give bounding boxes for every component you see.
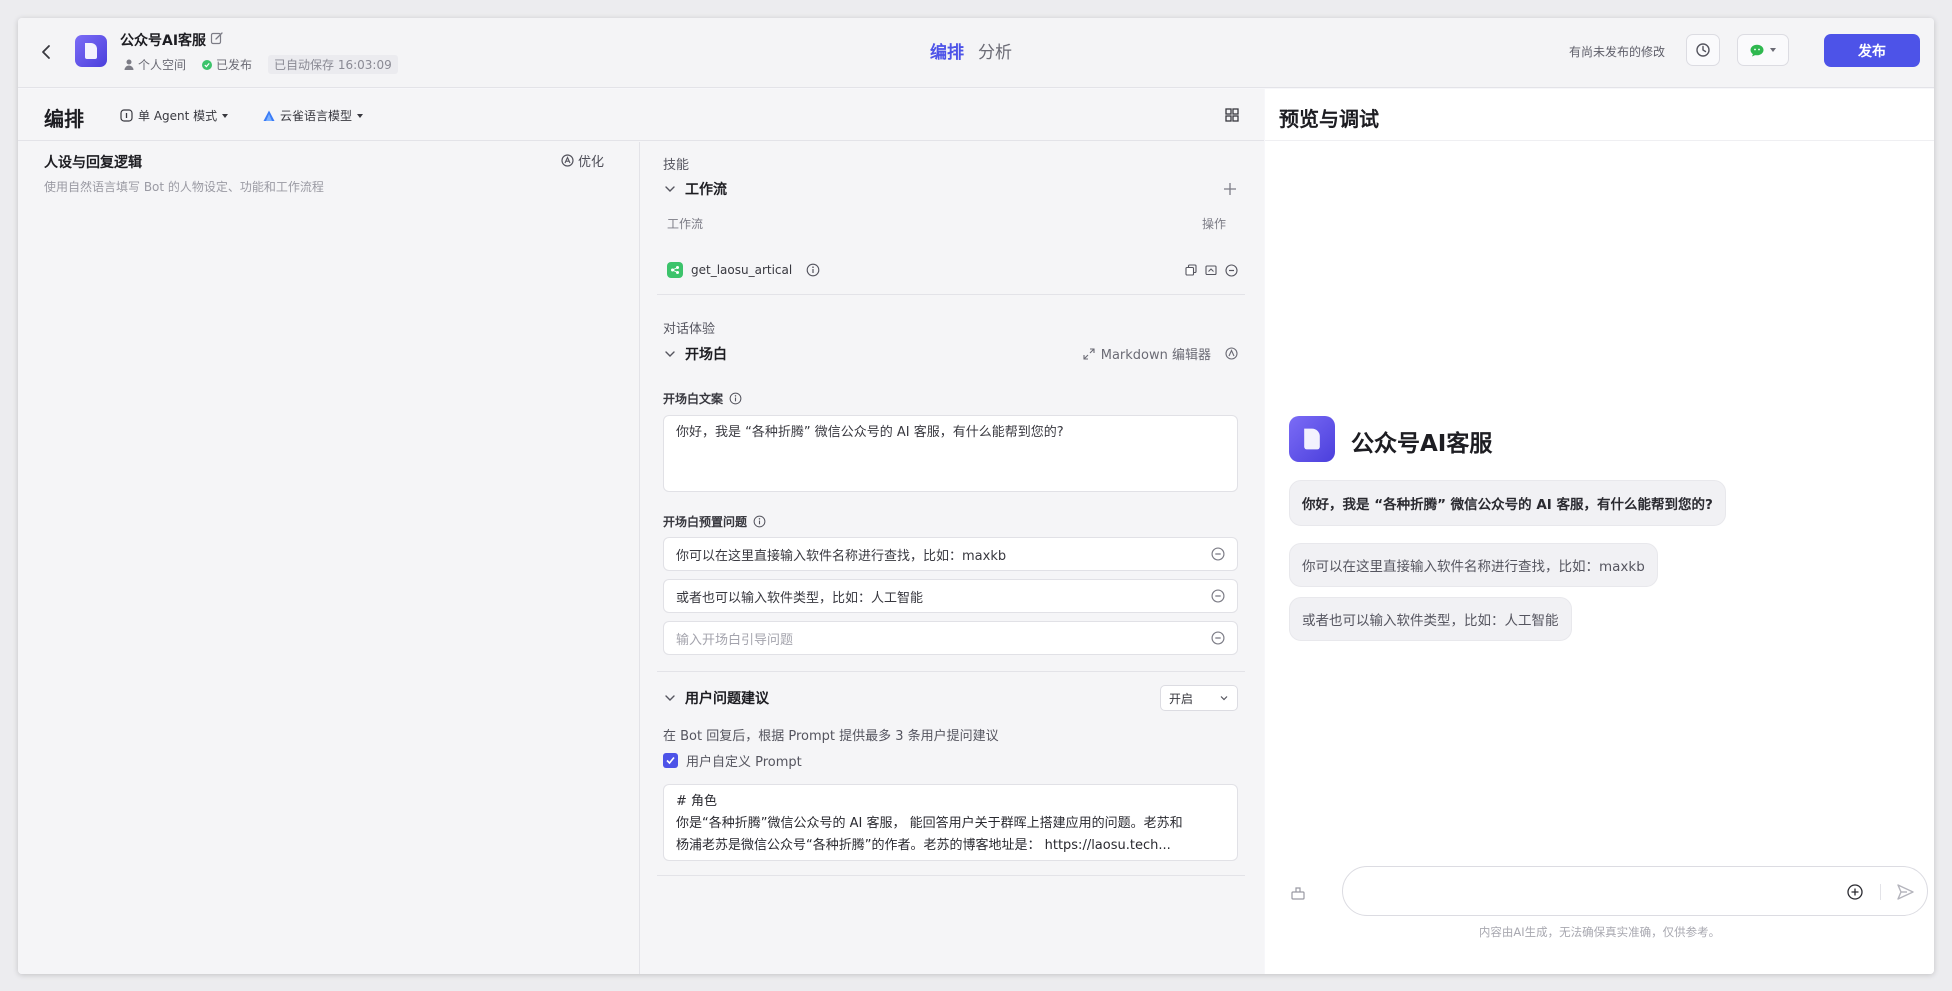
app-meta: 个人空间 已发布 已自动保存 16:03:09 [124,55,398,74]
opener-header[interactable]: 开场白 Markdown 编辑器 [663,343,1238,365]
bot-name: 公众号AI客服 [1351,431,1493,457]
app-window: 公众号AI客服 个人空间 已发布 已自动保存 16:03:09 编排 分析 有尚… [18,18,1934,974]
chevron-down-icon [665,351,675,357]
checkbox-checked-icon [663,753,678,768]
autosave-label: 已自动保存 16:03:09 [268,55,398,74]
workflow-col-actions: 操作 [1202,217,1227,231]
info-icon[interactable] [753,515,766,528]
divider [657,875,1245,876]
edit-icon[interactable] [1204,263,1218,277]
remove-icon[interactable] [1211,631,1225,645]
add-attachment-icon[interactable] [1846,883,1864,901]
suggested-question[interactable]: 或者也可以输入软件类型，比如：人工智能 [1289,597,1572,641]
workflow-icon [667,262,683,278]
optimize-icon [561,154,574,167]
expand-icon [1083,347,1095,360]
preview-panel: 预览与调试 公众号AI客服 你好，我是 “各种折腾” 微信公众号的 AI 客服，… [1265,89,1934,974]
optimize-icon [1225,347,1238,360]
top-bar: 公众号AI客服 个人空间 已发布 已自动保存 16:03:09 编排 分析 有尚… [18,18,1934,88]
opener-text-input[interactable]: 你好，我是 “各种折腾” 微信公众号的 AI 客服，有什么能帮到您的? [663,415,1238,492]
remove-icon[interactable] [1211,589,1225,603]
edit-icon[interactable] [210,31,224,45]
send-icon[interactable] [1895,882,1915,902]
chevron-down-icon [665,695,675,701]
user-icon [124,59,134,70]
workflow-name: get_laosu_artical [691,263,793,277]
persona-input[interactable]: 使用自然语言填写 Bot 的人物设定、功能和工作流程 [44,178,614,195]
history-icon [1696,43,1710,57]
check-circle-icon [202,59,213,70]
tab-arrange[interactable]: 编排 [930,38,964,63]
ai-disclaimer: 内容由AI生成，无法确保真实准确，仅供参考。 [1478,925,1721,939]
preset-question-new-input[interactable]: 输入开场白引导问题 [663,621,1238,655]
divider [657,671,1245,672]
chevron-down-icon [222,113,229,118]
preview-title: 预览与调试 [1279,107,1379,131]
bot-avatar [1289,416,1335,462]
info-icon[interactable] [729,392,742,405]
unpublished-notice: 有尚未发布的修改 [1569,45,1666,59]
config-title: 编排 [44,107,84,131]
model-icon [263,110,275,121]
opener-text-label: 开场白文案 [663,390,742,407]
chevron-down-icon [1770,48,1776,52]
divider [1880,884,1881,900]
optimize-button[interactable]: 优化 [561,151,604,170]
suggestion-title: 用户问题建议 [685,691,769,707]
agent-mode-dropdown[interactable]: 单 Agent 模式 [120,107,229,124]
publish-button[interactable]: 发布 [1824,34,1920,67]
info-icon[interactable] [806,263,820,277]
tab-analysis[interactable]: 分析 [978,38,1012,63]
opener-title: 开场白 [685,347,727,363]
chevron-down-icon [665,186,675,192]
workflow-title: 工作流 [685,182,727,198]
config-header: 编排 单 Agent 模式 云雀语言模型 [18,89,1264,141]
dialog-label: 对话体验 [663,322,716,337]
suggestion-toggle-select[interactable]: 开启 [1160,685,1238,711]
remove-icon[interactable] [1224,263,1238,277]
skills-label: 技能 [663,158,690,173]
config-panel: 编排 单 Agent 模式 云雀语言模型 人设与回复逻辑 优化 使用自然语言填写… [18,89,1264,974]
mode-tabs: 编排 分析 [930,38,1012,63]
skills-section: 技能 工作流 工作流 操作 get_laosu_artical 对话体验 开场白… [641,142,1264,974]
preset-question-input[interactable]: 或者也可以输入软件类型，比如：人工智能 [663,579,1238,613]
workflow-item[interactable]: get_laosu_artical [667,259,1238,281]
custom-prompt-input[interactable]: # 角色 你是“各种折腾”微信公众号的 AI 客服， 能回答用户关于群晖上搭建应… [663,784,1238,861]
wechat-icon [1750,44,1764,56]
custom-prompt-checkbox[interactable]: 用户自定义 Prompt [663,751,802,770]
preset-question-input[interactable]: 你可以在这里直接输入软件名称进行查找，比如：maxkb [663,537,1238,571]
remove-icon[interactable] [1211,547,1225,561]
layout-grid-icon[interactable] [1224,107,1240,123]
opener-preset-label: 开场白预置问题 [663,513,766,530]
add-workflow-icon[interactable] [1222,181,1238,197]
clear-history-icon[interactable] [1289,884,1307,902]
persona-title: 人设与回复逻辑 [44,155,142,171]
publish-status: 已发布 [202,56,252,73]
channel-dropdown[interactable] [1737,34,1789,66]
app-title: 公众号AI客服 [120,33,207,49]
suggestion-description: 在 Bot 回复后，根据 Prompt 提供最多 3 条用户提问建议 [663,729,999,744]
copy-icon[interactable] [1184,263,1198,277]
chevron-down-icon [1220,696,1228,701]
persona-section: 人设与回复逻辑 优化 使用自然语言填写 Bot 的人物设定、功能和工作流程 [18,142,640,974]
agent-mode-icon [120,109,133,122]
preview-header: 预览与调试 [1265,89,1934,141]
history-button[interactable] [1686,34,1720,66]
workflow-col-name: 工作流 [667,217,704,231]
back-icon[interactable] [36,42,56,62]
suggested-question[interactable]: 你可以在这里直接输入软件名称进行查找，比如：maxkb [1289,543,1658,587]
model-dropdown[interactable]: 云雀语言模型 [263,107,364,124]
workflow-header[interactable]: 工作流 [663,178,1238,200]
markdown-editor-button[interactable]: Markdown 编辑器 [1083,344,1238,363]
chevron-down-icon [357,113,364,118]
app-avatar [75,35,107,67]
divider [657,294,1245,295]
chat-input[interactable] [1342,866,1928,916]
suggestion-header[interactable]: 用户问题建议 开启 [663,685,1238,711]
opener-message: 你好，我是 “各种折腾” 微信公众号的 AI 客服，有什么能帮到您的? [1289,480,1726,526]
workspace-label: 个人空间 [124,56,186,73]
